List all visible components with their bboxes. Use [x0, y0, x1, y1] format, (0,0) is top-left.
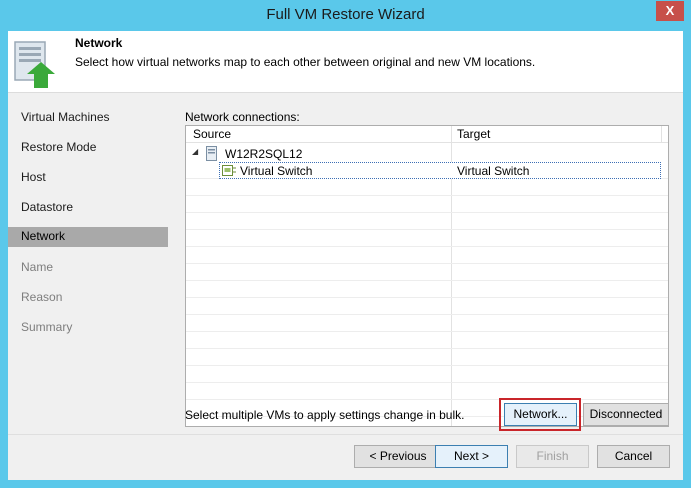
grid-line: [186, 314, 668, 315]
step-summary: Summary: [21, 320, 73, 334]
wizard-body: Network Select how virtual networks map …: [8, 31, 683, 480]
column-divider-end: [661, 126, 662, 143]
grid-line: [186, 280, 668, 281]
grid-line: [186, 331, 668, 332]
column-target[interactable]: Target: [457, 127, 490, 141]
server-upload-arrow-icon: [14, 41, 55, 88]
page-description: Select how virtual networks map to each …: [75, 55, 536, 69]
vm-server-icon: [206, 146, 217, 161]
network-connections-label: Network connections:: [185, 110, 300, 124]
footer-divider: [8, 434, 683, 435]
step-network[interactable]: Network: [8, 227, 168, 247]
step-host[interactable]: Host: [8, 168, 168, 187]
cancel-button[interactable]: Cancel: [597, 445, 670, 468]
network-source: Virtual Switch: [240, 164, 313, 178]
window-title: Full VM Restore Wizard: [266, 6, 425, 23]
step-header: Network Select how virtual networks map …: [8, 31, 683, 93]
vm-name: W12R2SQL12: [225, 147, 303, 161]
grid-line: [186, 348, 668, 349]
grid-line: [186, 246, 668, 247]
grid-line: [186, 365, 668, 366]
bulk-hint: Select multiple VMs to apply settings ch…: [185, 408, 465, 422]
grid-line: [186, 229, 668, 230]
grid-line: [186, 263, 668, 264]
previous-button[interactable]: < Previous: [354, 445, 442, 468]
step-reason: Reason: [21, 290, 63, 304]
grid-line: [186, 195, 668, 196]
next-button[interactable]: Next >: [435, 445, 508, 468]
step-name: Name: [21, 260, 54, 274]
disconnected-button[interactable]: Disconnected: [583, 403, 669, 426]
network-target: Virtual Switch: [457, 164, 530, 178]
grid-line: [186, 399, 668, 400]
close-button[interactable]: X: [656, 1, 684, 21]
title-bar[interactable]: Full VM Restore Wizard X: [0, 0, 691, 31]
step-virtual-machines[interactable]: Virtual Machines: [8, 108, 168, 127]
grid-line: [186, 297, 668, 298]
grid-line: [186, 382, 668, 383]
grid-line: [186, 212, 668, 213]
finish-button: Finish: [516, 445, 589, 468]
network-switch-icon: [222, 165, 236, 176]
vm-row[interactable]: ◢ W12R2SQL12: [186, 145, 668, 162]
step-datastore[interactable]: Datastore: [8, 198, 168, 217]
expand-toggle-icon[interactable]: ◢: [192, 147, 198, 156]
grid-header: Source Target: [186, 126, 668, 143]
close-icon: X: [665, 3, 675, 18]
network-connections-grid[interactable]: Source Target ◢ W12R2SQL12 Virtual Switc…: [185, 125, 669, 427]
step-restore-mode[interactable]: Restore Mode: [8, 138, 168, 157]
network-row[interactable]: Virtual Switch Virtual Switch: [219, 162, 661, 179]
network-button[interactable]: Network...: [504, 403, 577, 426]
page-title: Network: [75, 36, 123, 50]
wizard-window: Full VM Restore Wizard X Network Select …: [0, 0, 691, 488]
column-source[interactable]: Source: [193, 127, 231, 141]
wizard-steps: Virtual Machines Restore Mode Host Datas…: [8, 94, 168, 434]
